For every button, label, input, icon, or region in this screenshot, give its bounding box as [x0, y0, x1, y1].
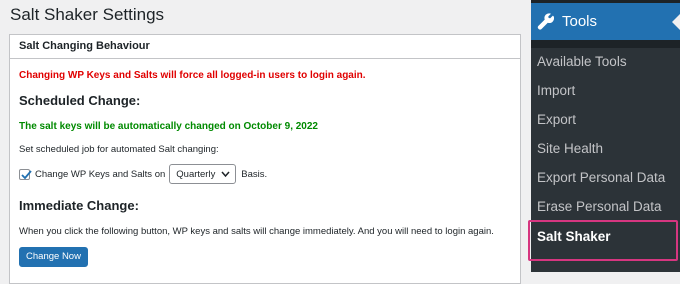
current-page-arrow	[672, 14, 680, 30]
submenu-item-site-health[interactable]: Site Health	[537, 141, 603, 157]
panel-title: Salt Changing Behaviour	[10, 35, 520, 59]
tools-submenu: Available Tools Import Export Site Healt…	[528, 48, 680, 272]
scheduled-description: Set scheduled job for automated Salt cha…	[19, 144, 219, 155]
page-title: Salt Shaker Settings	[10, 5, 165, 24]
submenu-item-available-tools[interactable]: Available Tools	[537, 54, 627, 70]
checkmark-icon	[21, 169, 32, 179]
scheduled-change-heading: Scheduled Change:	[19, 93, 141, 108]
wrench-icon	[537, 12, 555, 30]
highlight-box	[528, 220, 678, 261]
schedule-row: Change WP Keys and Salts on Quarterly Ba…	[19, 163, 267, 185]
frequency-select[interactable]: Quarterly	[169, 164, 237, 184]
settings-panel: Salt Changing Behaviour Changing WP Keys…	[9, 34, 521, 284]
main-content: Salt Shaker Settings Salt Changing Behav…	[0, 0, 531, 284]
change-now-button[interactable]: Change Now	[19, 247, 88, 267]
schedule-suffix: Basis.	[241, 168, 268, 180]
scheduled-notice: The salt keys will be automatically chan…	[19, 121, 318, 132]
submenu-item-export-personal-data[interactable]: Export Personal Data	[537, 170, 665, 186]
menu-tools[interactable]: Tools	[531, 3, 680, 40]
schedule-checkbox[interactable]	[19, 168, 32, 180]
immediate-change-heading: Immediate Change:	[19, 198, 139, 213]
immediate-description: When you click the following button, WP …	[19, 226, 494, 237]
warning-message: Changing WP Keys and Salts will force al…	[19, 70, 366, 81]
menu-tools-label: Tools	[562, 12, 598, 30]
submenu-item-export[interactable]: Export	[537, 112, 576, 128]
submenu-item-erase-personal-data[interactable]: Erase Personal Data	[537, 199, 662, 215]
frequency-selected-value: Quarterly	[176, 168, 216, 180]
submenu-item-import[interactable]: Import	[537, 83, 575, 99]
chevron-down-icon	[221, 171, 230, 178]
admin-menu: Tools Available Tools Import Export Site…	[528, 0, 680, 272]
schedule-checkbox-label[interactable]: Change WP Keys and Salts on	[35, 169, 165, 180]
